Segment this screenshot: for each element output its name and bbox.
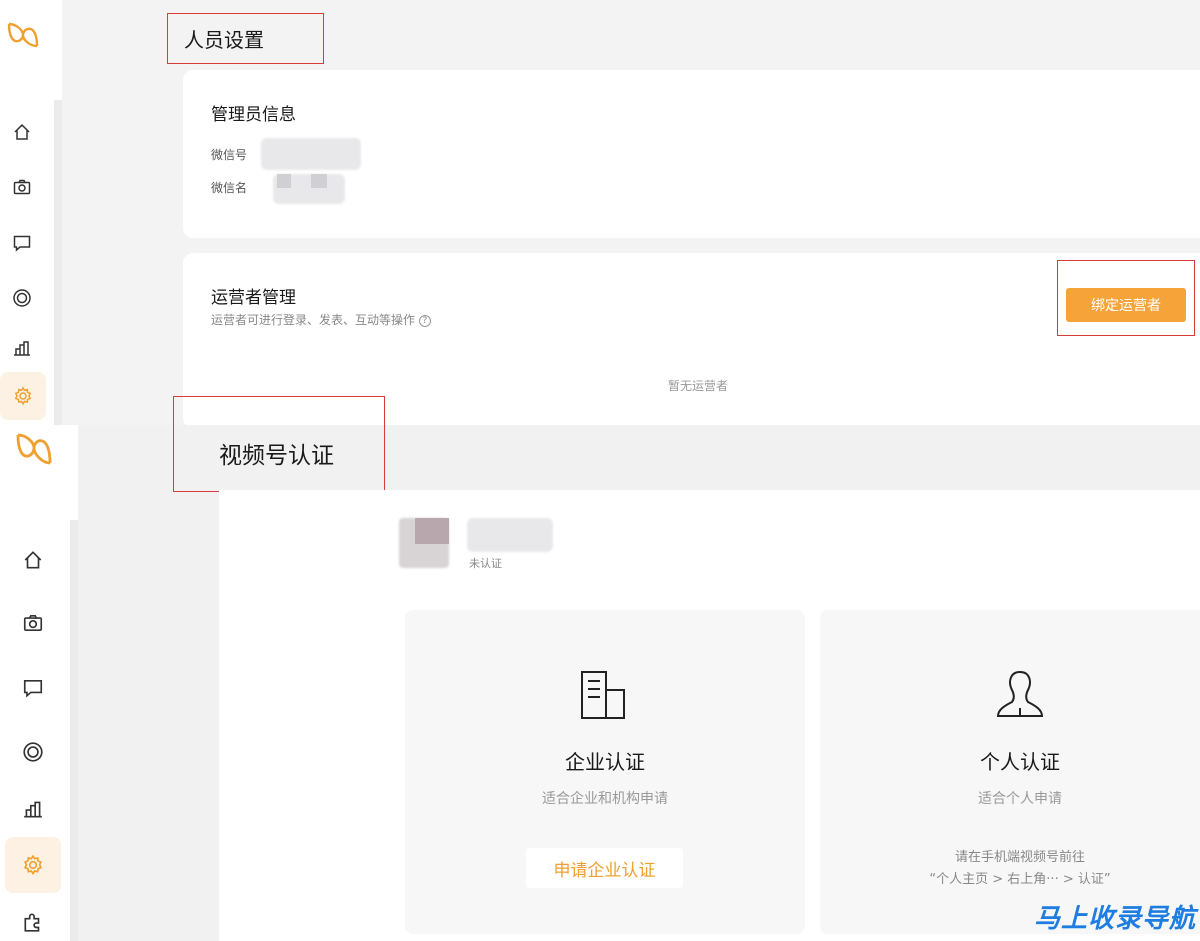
operator-heading: 运营者管理 bbox=[211, 288, 296, 308]
operator-description-text: 运营者可进行登录、发表、互动等操作 bbox=[211, 313, 416, 327]
chart-icon[interactable] bbox=[18, 794, 48, 824]
wechat-id-label: 微信号 bbox=[211, 148, 248, 162]
building-icon bbox=[579, 668, 627, 726]
personal-subtitle: 适合个人申请 bbox=[978, 791, 1062, 807]
verification-status: 未认证 bbox=[469, 557, 502, 570]
verification-panel: 未认证 企业认证 适合企业和机构申请 申请企业认证 个人认证 适合个人申请 请在… bbox=[219, 490, 1200, 941]
plugin-icon[interactable] bbox=[18, 907, 48, 937]
enterprise-subtitle: 适合企业和机构申请 bbox=[542, 791, 668, 807]
home-icon[interactable] bbox=[8, 118, 36, 146]
redaction-block bbox=[277, 174, 291, 188]
account-name-redacted bbox=[467, 518, 553, 552]
live-icon[interactable] bbox=[8, 284, 36, 312]
enterprise-verification-card: 企业认证 适合企业和机构申请 申请企业认证 bbox=[405, 610, 805, 934]
sidebar-scroll-shade bbox=[70, 520, 78, 941]
empty-operator-text: 暂无运营者 bbox=[668, 379, 729, 393]
wechat-name-label: 微信名 bbox=[211, 181, 248, 195]
personal-note-line2: “个人主页 > 右上角··· > 认证” bbox=[929, 872, 1111, 887]
wechat-id-value-redacted bbox=[261, 138, 361, 170]
sidebar-scroll-shade bbox=[54, 100, 62, 425]
settings-icon[interactable] bbox=[0, 372, 46, 420]
comment-icon[interactable] bbox=[18, 673, 48, 703]
personal-verification-card: 个人认证 适合个人申请 请在手机端视频号前往 “个人主页 > 右上角··· > … bbox=[820, 610, 1200, 934]
admin-info-heading: 管理员信息 bbox=[211, 105, 296, 125]
operator-description: 运营者可进行登录、发表、互动等操作 ? bbox=[211, 311, 431, 328]
logo-icon[interactable] bbox=[14, 429, 54, 473]
chart-icon[interactable] bbox=[8, 334, 36, 362]
sidebar-top bbox=[0, 0, 62, 425]
redaction-block bbox=[311, 174, 327, 188]
personal-note-line1: 请在手机端视频号前往 bbox=[954, 850, 1085, 865]
help-icon[interactable]: ? bbox=[418, 314, 431, 327]
highlight-box bbox=[167, 13, 324, 64]
person-icon bbox=[994, 668, 1046, 726]
highlight-box bbox=[173, 396, 385, 492]
watermark: 马上收录导航 bbox=[1033, 904, 1196, 934]
admin-info-card: 管理员信息 微信号 微信名 bbox=[183, 70, 1200, 238]
settings-icon[interactable] bbox=[5, 837, 61, 893]
sidebar-bottom bbox=[0, 425, 78, 941]
live-icon[interactable] bbox=[18, 737, 48, 767]
personal-title: 个人认证 bbox=[980, 750, 1060, 774]
apply-enterprise-button[interactable]: 申请企业认证 bbox=[526, 848, 683, 888]
highlight-box bbox=[1057, 260, 1195, 336]
redaction-block bbox=[415, 518, 449, 544]
home-icon[interactable] bbox=[18, 545, 48, 575]
camera-icon[interactable] bbox=[8, 173, 36, 201]
comment-icon[interactable] bbox=[8, 229, 36, 257]
camera-icon[interactable] bbox=[18, 608, 48, 638]
enterprise-title: 企业认证 bbox=[565, 750, 645, 774]
logo-icon[interactable] bbox=[6, 20, 40, 54]
